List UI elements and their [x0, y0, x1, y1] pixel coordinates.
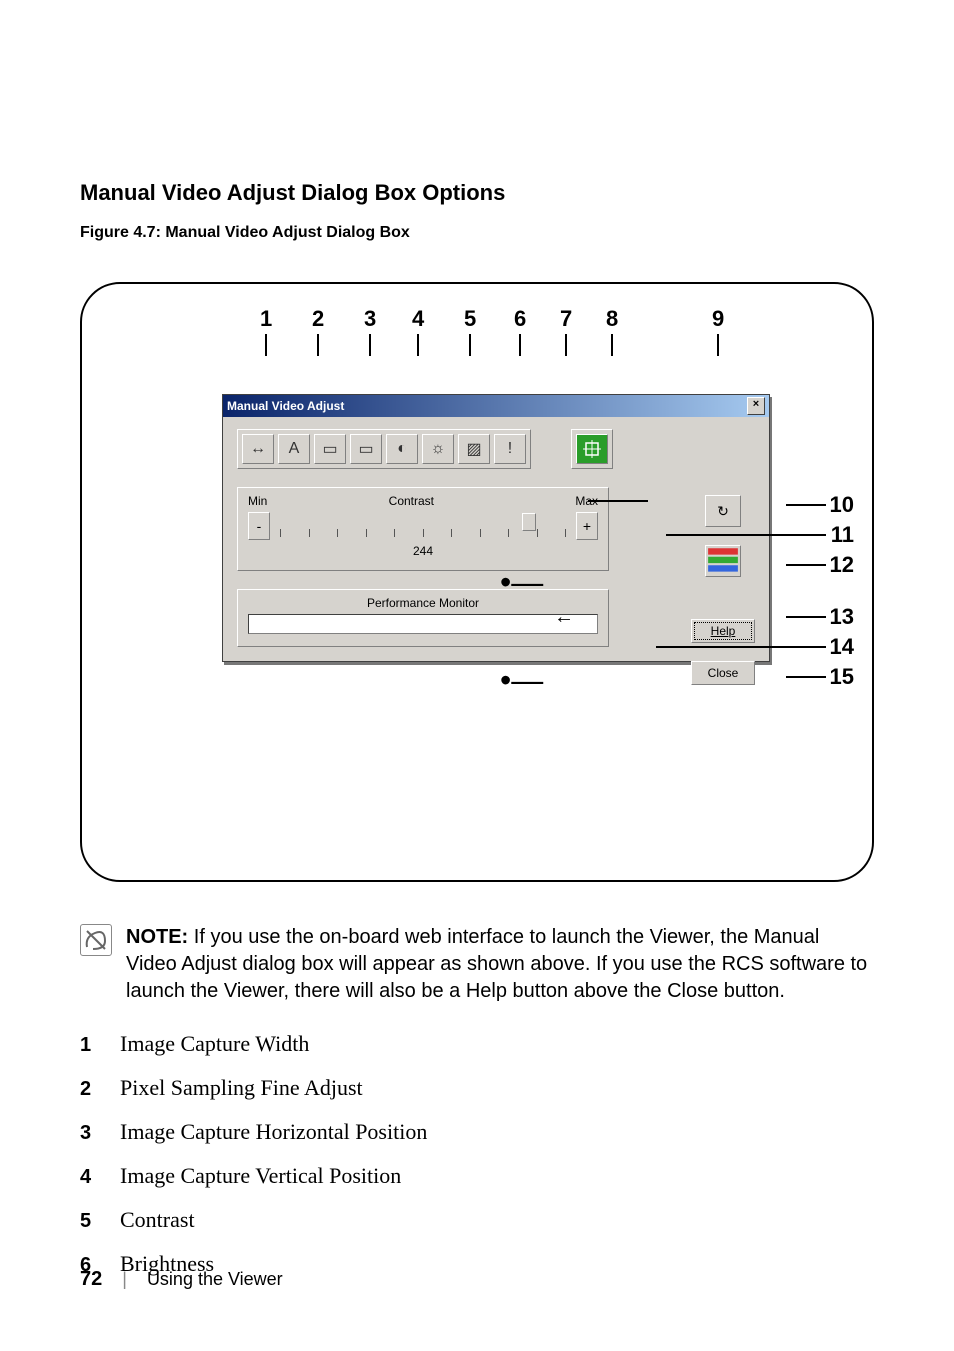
- note-label: NOTE:: [126, 926, 188, 948]
- callout-1: 1: [260, 306, 272, 332]
- callout-13: 13: [830, 604, 854, 630]
- callout-4: 4: [412, 306, 424, 332]
- noise-icon[interactable]: ▨: [458, 434, 490, 464]
- callout-3: 3: [364, 306, 376, 332]
- increment-button[interactable]: +: [576, 512, 598, 540]
- contrast-panel: Min Contrast Max - + 244: [237, 487, 609, 571]
- footer-sep: |: [122, 1269, 127, 1290]
- color-bars-icon[interactable]: [705, 545, 741, 577]
- footer-section: Using the Viewer: [147, 1269, 283, 1290]
- list-num: 4: [80, 1166, 96, 1189]
- callout-2: 2: [312, 306, 324, 332]
- manual-video-adjust-dialog: Manual Video Adjust × ↔ A ▭ ▭ ◐ ☼ ▨ !: [222, 394, 770, 662]
- refresh-icon[interactable]: ↻: [705, 495, 741, 527]
- callout-14: 14: [830, 634, 854, 660]
- list-num: 1: [80, 1034, 96, 1057]
- contrast-slider[interactable]: [278, 513, 568, 539]
- callout-11: 11: [831, 522, 854, 548]
- pixel-icon[interactable]: A: [278, 434, 310, 464]
- callout-12: 12: [830, 552, 854, 578]
- dialog-titlebar[interactable]: Manual Video Adjust ×: [223, 395, 769, 417]
- contrast-icon[interactable]: ◐: [386, 434, 418, 464]
- callout-10: 10: [830, 492, 854, 518]
- page-footer: 72 | Using the Viewer: [80, 1268, 283, 1291]
- page-number: 72: [80, 1268, 102, 1291]
- help-button[interactable]: Help: [691, 619, 755, 643]
- performance-label: Performance Monitor: [248, 596, 598, 610]
- list-item: Contrast: [120, 1207, 195, 1233]
- close-icon[interactable]: ×: [747, 397, 765, 415]
- list-item: Image Capture Vertical Position: [120, 1163, 401, 1189]
- list-num: 2: [80, 1078, 96, 1101]
- options-list: 1 Image Capture Width 2 Pixel Sampling Fin…: [80, 1031, 874, 1277]
- callout-9: 9: [712, 306, 724, 332]
- slider-value: 244: [248, 544, 598, 558]
- performance-bar: [248, 614, 598, 634]
- callout-5: 5: [464, 306, 476, 332]
- width-icon[interactable]: ↔: [242, 434, 274, 464]
- note-text: NOTE: If you use the on-board web interf…: [126, 924, 874, 1005]
- priority-icon[interactable]: !: [494, 434, 526, 464]
- section-heading: Manual Video Adjust Dialog Box Options: [80, 180, 874, 206]
- toolbar-group-right: [571, 429, 613, 469]
- toolbar-group-left: ↔ A ▭ ▭ ◐ ☼ ▨ !: [237, 429, 531, 469]
- callout-7: 7: [560, 306, 572, 332]
- note-icon: [80, 924, 112, 956]
- hpos-icon[interactable]: ▭: [314, 434, 346, 464]
- list-num: 5: [80, 1210, 96, 1233]
- figure-box: 1 2 3 4 5 6 7 8 9 Manual Video Adjust ×: [80, 282, 874, 882]
- callout-8: 8: [606, 306, 618, 332]
- dialog-title: Manual Video Adjust: [227, 399, 344, 413]
- figure-caption: Figure 4.7: Manual Video Adjust Dialog B…: [80, 224, 874, 242]
- brightness-icon[interactable]: ☼: [422, 434, 454, 464]
- list-item: Image Capture Horizontal Position: [120, 1119, 427, 1145]
- callout-6: 6: [514, 306, 526, 332]
- list-num: 3: [80, 1122, 96, 1145]
- slider-name: Contrast: [389, 494, 434, 508]
- callout-15: 15: [830, 664, 854, 690]
- note-body: If you use the on-board web interface to…: [126, 926, 867, 1002]
- decrement-button[interactable]: -: [248, 512, 270, 540]
- min-label: Min: [248, 494, 267, 508]
- list-item: Image Capture Width: [120, 1031, 309, 1057]
- close-button[interactable]: Close: [691, 661, 755, 685]
- auto-adjust-icon[interactable]: [576, 434, 608, 464]
- list-item: Pixel Sampling Fine Adjust: [120, 1075, 363, 1101]
- vpos-icon[interactable]: ▭: [350, 434, 382, 464]
